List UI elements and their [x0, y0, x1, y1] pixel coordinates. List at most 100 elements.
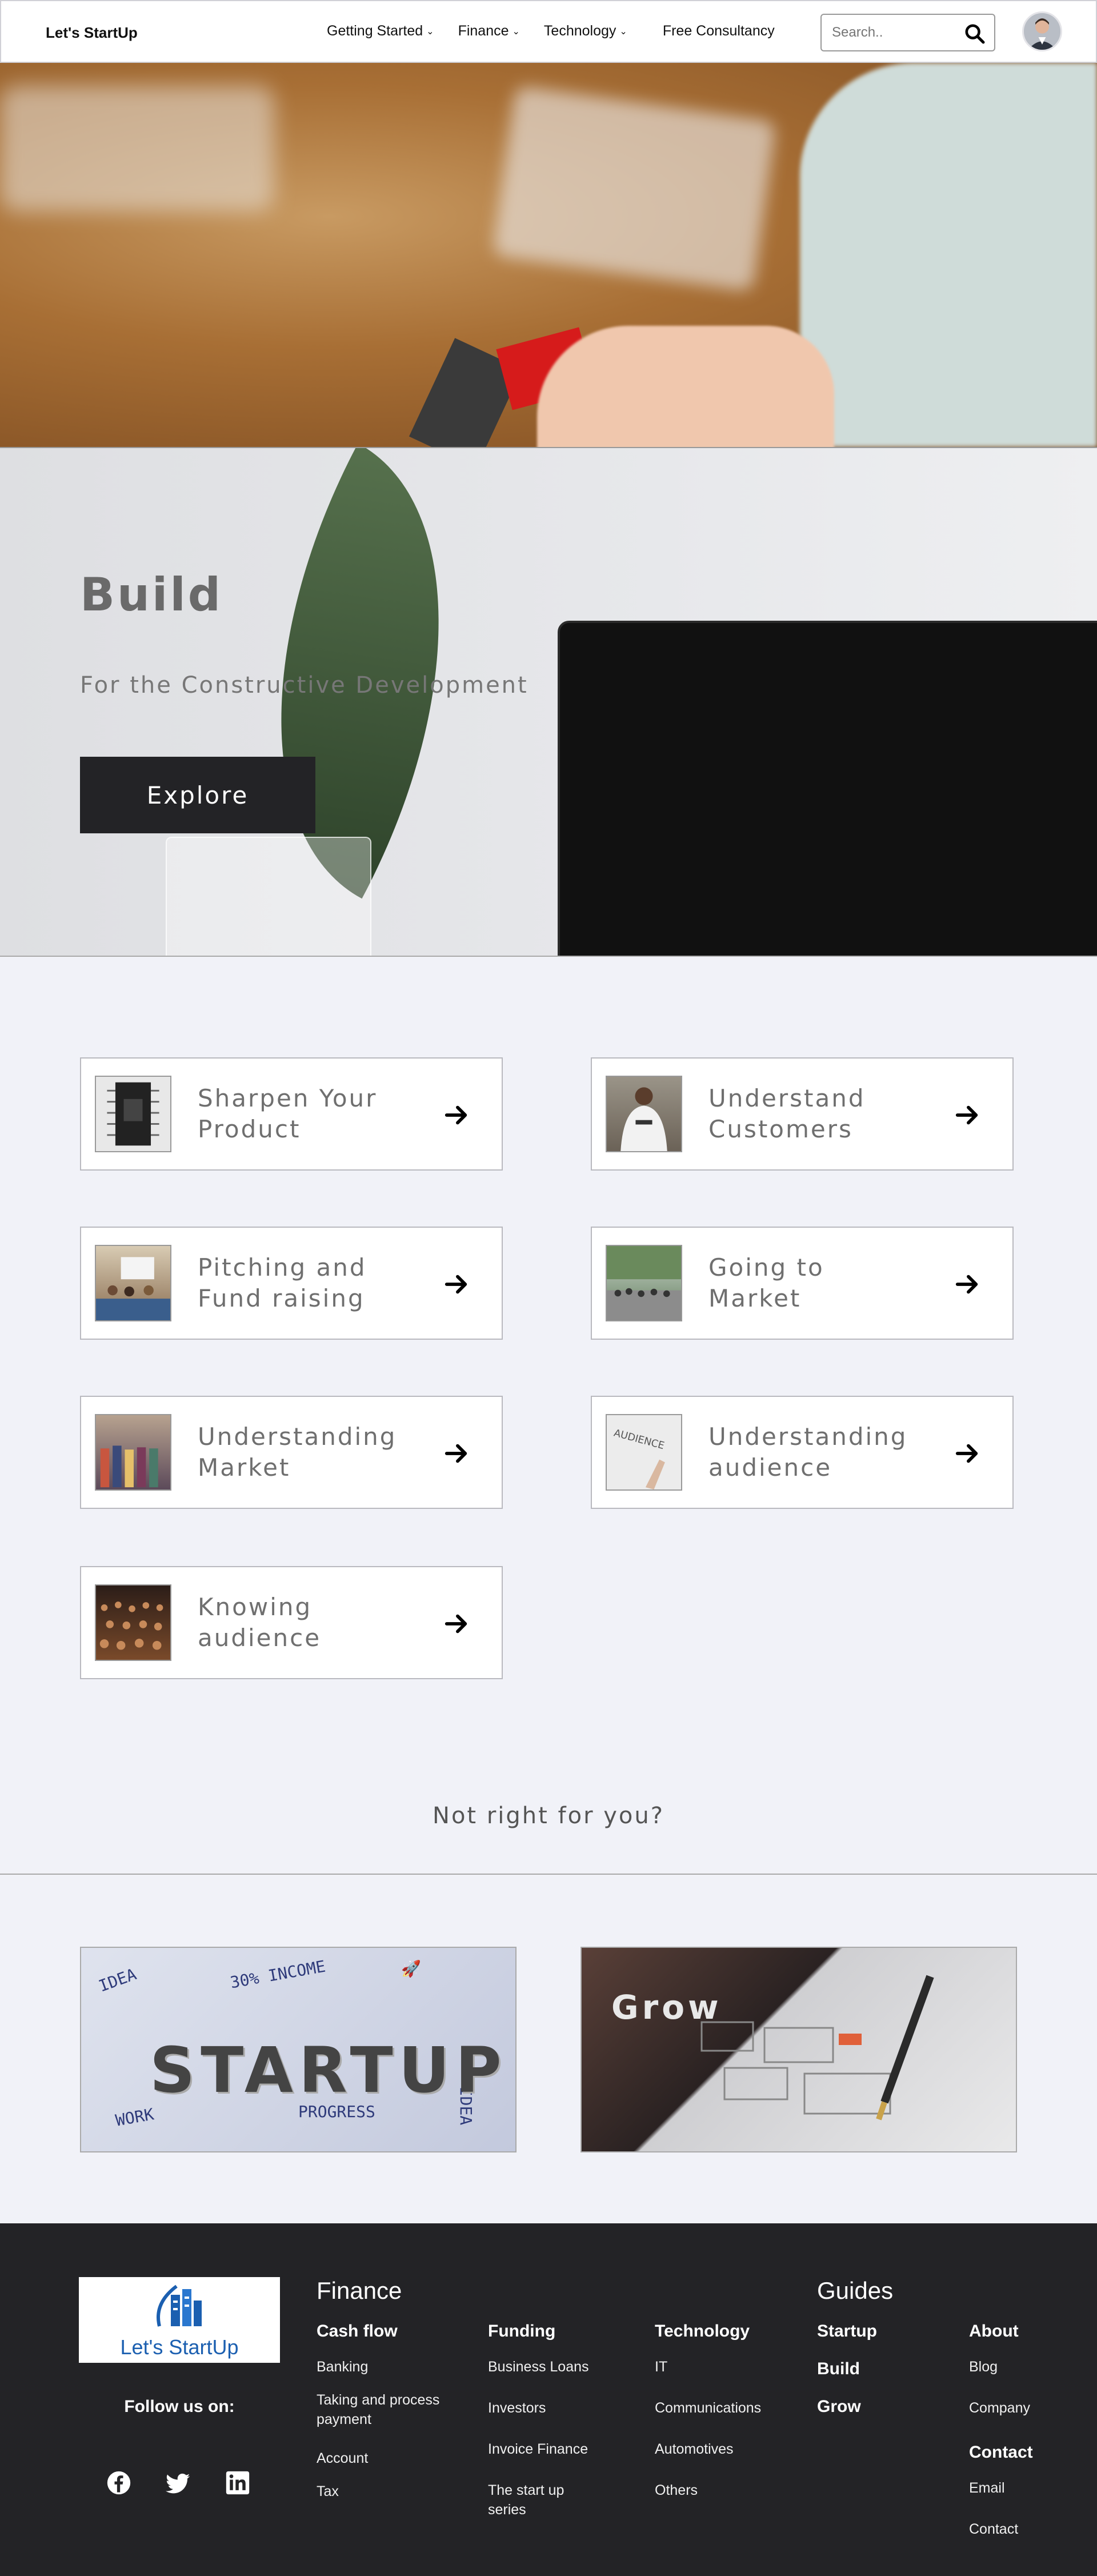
- footer-link-company[interactable]: Company: [969, 2398, 1030, 2418]
- not-right-link[interactable]: Not right for you?: [0, 1803, 1097, 1829]
- child-shirt: [800, 63, 1097, 447]
- menu-label: Finance: [458, 23, 509, 39]
- chevron-down-icon: ⌄: [619, 26, 627, 37]
- build-hero: Build For the Constructive Development E…: [0, 447, 1097, 956]
- user-avatar-icon: [1024, 13, 1060, 50]
- guide-link-startup[interactable]: Startup: [817, 2322, 877, 2341]
- doodle-text: IDEA: [96, 1964, 139, 1996]
- card-understanding-audience[interactable]: AUDIENCE Understanding audience: [591, 1396, 1014, 1509]
- brand-link[interactable]: Let's StartUp: [46, 24, 138, 42]
- footer-about-title: About: [969, 2322, 1019, 2341]
- hero-title: Build: [80, 568, 223, 621]
- menu-technology[interactable]: Technology ⌄: [544, 23, 627, 39]
- laptop-image: [558, 621, 1097, 956]
- guide-link-grow[interactable]: Grow: [817, 2397, 861, 2417]
- thumb-clothes-market: [95, 1414, 171, 1491]
- chevron-down-icon: ⌄: [512, 26, 520, 37]
- thumb-concert-crowd: [95, 1584, 171, 1661]
- footer-col-title: Cash flow: [317, 2322, 398, 2341]
- thumb-meeting-room: [95, 1245, 171, 1321]
- search-icon[interactable]: [963, 22, 986, 45]
- card-label: Pitching and Fund raising: [198, 1253, 367, 1312]
- footer-col-title: Technology: [655, 2322, 750, 2341]
- social-links: [106, 2470, 250, 2495]
- startup-tile[interactable]: IDEA 30% INCOME 🚀 PROGRESS WORK IDEA STA…: [80, 1947, 517, 2152]
- footer-link[interactable]: Others: [655, 2481, 698, 2500]
- arrow-right-icon: [955, 1444, 978, 1463]
- doodle-text: 🚀: [401, 1959, 421, 1978]
- menu-free-consultancy[interactable]: Free Consultancy: [663, 23, 775, 39]
- footer-link[interactable]: IT: [655, 2357, 667, 2377]
- footer-link[interactable]: Communications: [655, 2398, 761, 2418]
- thumb-street-crowd: [606, 1245, 682, 1321]
- hero-subtitle: For the Constructive Development: [80, 672, 529, 698]
- footer-guides-heading: Guides: [817, 2277, 894, 2304]
- top-navbar: Let's StartUp Getting Started ⌄ Finance ⌄ …: [0, 0, 1097, 63]
- footer-link[interactable]: Invoice Finance: [488, 2439, 588, 2459]
- facebook-icon[interactable]: [106, 2470, 131, 2495]
- main-menu: Getting Started ⌄ Finance ⌄ Technology ⌄ Fr…: [327, 23, 799, 39]
- card-label: Knowing audience: [198, 1593, 322, 1652]
- thumb-circuit-chip: [95, 1076, 171, 1152]
- thumb-person-back: [606, 1076, 682, 1152]
- footer-finance-heading: Finance: [317, 2277, 402, 2304]
- footer-link[interactable]: The start up series: [488, 2481, 591, 2519]
- card-label: Sharpen Your Product: [198, 1084, 378, 1143]
- arrow-right-icon: [955, 1275, 978, 1294]
- arrow-right-icon: [445, 1614, 467, 1634]
- thumb-whiteboard-audience: AUDIENCE: [606, 1414, 682, 1491]
- footer-contact-title: Contact: [969, 2443, 1033, 2462]
- footer-link[interactable]: Automotives: [655, 2439, 734, 2459]
- linkedin-icon[interactable]: [225, 2470, 250, 2495]
- twitter-icon[interactable]: [166, 2470, 191, 2495]
- chevron-down-icon: ⌄: [426, 26, 434, 37]
- card-pitching-fund-raising[interactable]: Pitching and Fund raising: [80, 1227, 503, 1340]
- blurred-toys: [0, 86, 274, 211]
- hero-banner-image: [0, 63, 1097, 447]
- arrow-right-icon: [955, 1105, 978, 1125]
- card-understanding-market[interactable]: Understanding Market: [80, 1396, 503, 1509]
- child-hand: [537, 326, 834, 447]
- footer-link-blog[interactable]: Blog: [969, 2357, 998, 2377]
- site-footer: Let's StartUp Follow us on: Finance Guid…: [0, 2223, 1097, 2576]
- grow-tile[interactable]: Grow: [580, 1947, 1017, 2152]
- logo-buildings-icon: [157, 2285, 202, 2327]
- avatar[interactable]: [1022, 11, 1062, 51]
- guide-link-build[interactable]: Build: [817, 2359, 860, 2379]
- card-knowing-audience[interactable]: Knowing audience: [80, 1566, 503, 1679]
- blurred-box: [492, 85, 776, 292]
- arrow-right-icon: [445, 1444, 467, 1463]
- guide-cards-section: Sharpen Your Product Understand Customer…: [0, 956, 1097, 1875]
- footer-logo-text: Let's StartUp: [120, 2335, 239, 2359]
- menu-label: Free Consultancy: [662, 23, 775, 39]
- footer-link[interactable]: Account: [317, 2449, 368, 2468]
- footer-link[interactable]: Banking: [317, 2357, 368, 2377]
- follow-us-label: Follow us on:: [124, 2397, 235, 2416]
- card-label: Understand Customers: [708, 1084, 866, 1143]
- explore-button[interactable]: Explore: [80, 757, 315, 833]
- card-understand-customers[interactable]: Understand Customers: [591, 1057, 1014, 1171]
- footer-link[interactable]: Taking and process payment: [317, 2390, 454, 2429]
- startup-tile-text: STARTUP: [150, 2034, 507, 2107]
- card-label: Understanding Market: [198, 1423, 397, 1481]
- footer-link-contact[interactable]: Contact: [969, 2519, 1018, 2539]
- glass-vase-image: [166, 837, 371, 956]
- featured-tiles: IDEA 30% INCOME 🚀 PROGRESS WORK IDEA STA…: [0, 1875, 1097, 2223]
- search-input[interactable]: [832, 25, 958, 41]
- search-box: [820, 14, 995, 51]
- arrow-right-icon: [445, 1105, 467, 1125]
- grow-tile-text: Grow: [611, 1988, 722, 2027]
- footer-logo[interactable]: Let's StartUp: [79, 2277, 280, 2363]
- menu-label: Technology: [543, 23, 616, 39]
- menu-finance[interactable]: Finance ⌄: [458, 23, 520, 39]
- card-going-to-market[interactable]: Going to Market: [591, 1227, 1014, 1340]
- menu-getting-started[interactable]: Getting Started ⌄: [327, 23, 434, 39]
- footer-col-title: Funding: [488, 2322, 556, 2341]
- footer-link[interactable]: Business Loans: [488, 2357, 589, 2377]
- doodle-text: 30% INCOME: [229, 1956, 327, 1992]
- footer-link[interactable]: Investors: [488, 2398, 546, 2418]
- footer-link[interactable]: Tax: [317, 2482, 339, 2501]
- card-sharpen-product[interactable]: Sharpen Your Product: [80, 1057, 503, 1171]
- card-label: Understanding audience: [708, 1423, 908, 1481]
- footer-link-email[interactable]: Email: [969, 2478, 1005, 2498]
